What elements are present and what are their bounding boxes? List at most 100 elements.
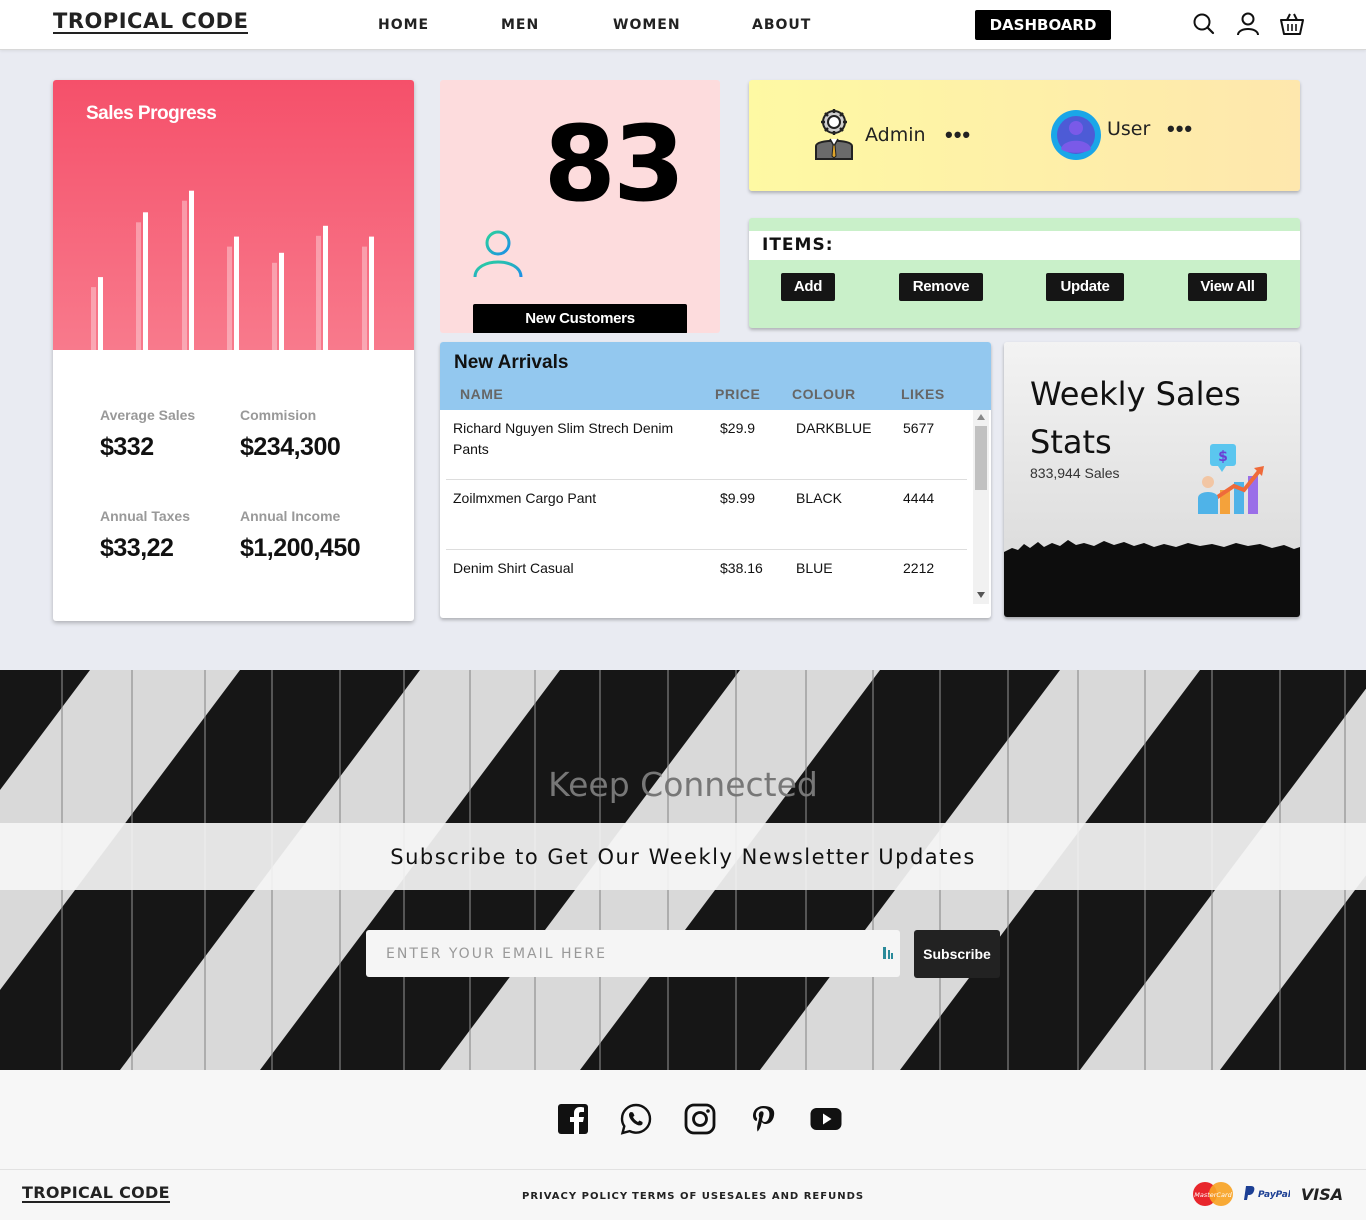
- top-navbar: TROPICAL CODE HOME MEN WOMEN ABOUT DASHB…: [0, 0, 1366, 50]
- paypal-label: PayPal: [1258, 1190, 1290, 1200]
- weekly-sales-card: Weekly Sales Stats 833,944 Sales $: [1004, 342, 1300, 617]
- nav-link-home[interactable]: HOME: [378, 17, 429, 33]
- password-manager-icon[interactable]: [882, 946, 894, 960]
- cell-name: Richard Nguyen Slim Strech Denim Pants: [453, 420, 674, 457]
- scroll-up-arrow-icon[interactable]: [977, 414, 985, 420]
- whatsapp-icon[interactable]: [620, 1103, 652, 1135]
- instagram-icon[interactable]: [684, 1103, 716, 1135]
- nav-link-women[interactable]: WOMEN: [613, 17, 681, 33]
- column-header-name[interactable]: NAME: [460, 386, 503, 402]
- treeline-background: [1004, 540, 1300, 617]
- admin-label[interactable]: Admin: [865, 124, 926, 146]
- cell-name: Denim Shirt Casual: [453, 560, 574, 576]
- nav-link-about[interactable]: ABOUT: [752, 17, 811, 33]
- cell-likes: 5677: [903, 420, 935, 436]
- sales-bar-shadow: [91, 287, 96, 350]
- cell-colour: BLACK: [796, 490, 842, 506]
- youtube-icon[interactable]: [810, 1103, 842, 1135]
- new-customers-button[interactable]: New Customers: [473, 304, 687, 333]
- cell-colour: BLUE: [796, 560, 833, 576]
- terms-of-use-link[interactable]: TERMS OF USE: [632, 1191, 727, 1202]
- column-header-likes[interactable]: LIKES: [901, 386, 945, 402]
- mastercard-icon: MasterCard: [1193, 1182, 1233, 1206]
- cell-price: $9.99: [720, 490, 756, 506]
- sales-bar: [323, 225, 328, 350]
- sales-bar: [189, 190, 194, 350]
- sales-bar-shadow: [227, 246, 232, 350]
- user-avatar-icon[interactable]: [1050, 109, 1102, 161]
- stat-label-annual-income: Annual Income: [240, 508, 341, 524]
- email-input[interactable]: [366, 930, 900, 977]
- column-header-price[interactable]: PRICE: [715, 386, 760, 402]
- sales-bar: [234, 236, 239, 350]
- stat-label-average-sales: Average Sales: [100, 407, 196, 423]
- newsletter-band: Subscribe to Get Our Weekly Newsletter U…: [0, 823, 1366, 890]
- add-button[interactable]: Add: [781, 273, 835, 301]
- table-scrollbar[interactable]: [973, 410, 989, 604]
- sales-and-refunds-link[interactable]: SALES AND REFUNDS: [727, 1191, 864, 1202]
- scrollbar-thumb[interactable]: [975, 426, 987, 490]
- stat-label-annual-taxes: Annual Taxes: [100, 508, 190, 524]
- cell-likes: 2212: [903, 560, 935, 576]
- cell-price: $38.16: [720, 560, 763, 576]
- basket-icon[interactable]: [1279, 11, 1305, 37]
- customer-count: 83: [543, 103, 686, 225]
- user-label[interactable]: User: [1107, 118, 1150, 140]
- sales-bar-shadow: [136, 222, 141, 350]
- nav-link-men[interactable]: MEN: [501, 17, 539, 33]
- search-icon[interactable]: [1191, 11, 1217, 37]
- user-icon[interactable]: [1235, 11, 1261, 37]
- admin-more-menu[interactable]: •••: [945, 124, 971, 146]
- view-all-button[interactable]: View All: [1188, 273, 1267, 301]
- cell-likes: 4444: [903, 490, 935, 506]
- user-more-menu[interactable]: •••: [1167, 118, 1193, 140]
- person-outline-icon: [473, 230, 523, 278]
- cell-colour: DARKBLUE: [796, 420, 872, 436]
- newsletter-section: Keep Connected Subscribe to Get Our Week…: [0, 670, 1366, 1070]
- items-card: ITEMS: Add Remove Update View All: [749, 218, 1300, 328]
- footer-divider: [0, 1169, 1366, 1170]
- items-title: ITEMS:: [762, 235, 834, 255]
- paypal-icon: PayPal: [1244, 1186, 1290, 1200]
- footer-logo[interactable]: TROPICAL CODE: [22, 1184, 170, 1203]
- sales-progress-card: Sales Progress Average Sales $332 Commis…: [53, 80, 414, 621]
- sales-bar-shadow: [182, 200, 187, 350]
- update-button[interactable]: Update: [1046, 273, 1124, 301]
- subscribe-button[interactable]: Subscribe: [914, 930, 1000, 978]
- newsletter-title: Keep Connected: [548, 765, 818, 804]
- table-row[interactable]: Denim Shirt Casual $38.16 BLUE 2212: [446, 550, 967, 618]
- admin-icon[interactable]: [812, 108, 856, 160]
- sales-title: Sales Progress: [86, 103, 217, 124]
- visa-label: VISA: [1301, 1185, 1343, 1204]
- mastercard-label: MasterCard: [1194, 1191, 1232, 1199]
- dashboard-button[interactable]: DASHBOARD: [975, 10, 1111, 40]
- table-row[interactable]: Richard Nguyen Slim Strech Denim Pants $…: [446, 410, 967, 480]
- scroll-down-arrow-icon[interactable]: [977, 592, 985, 598]
- remove-button[interactable]: Remove: [899, 273, 983, 301]
- sales-chart-area: Sales Progress: [53, 80, 414, 350]
- cell-price: $29.9: [720, 420, 756, 436]
- stat-value-average-sales: $332: [100, 433, 154, 461]
- table-row[interactable]: Zoilmxmen Cargo Pant $9.99 BLACK 4444: [446, 480, 967, 550]
- facebook-icon[interactable]: [557, 1103, 589, 1135]
- weekly-sales-count: 833,944 Sales: [1030, 465, 1120, 481]
- stat-value-commision: $234,300: [240, 433, 341, 461]
- visa-icon: VISA: [1301, 1185, 1343, 1204]
- arrivals-header: New Arrivals NAME PRICE COLOUR LIKES: [440, 342, 991, 410]
- newsletter-subtitle: Subscribe to Get Our Weekly Newsletter U…: [390, 845, 976, 869]
- svg-text:$: $: [1218, 449, 1228, 465]
- column-header-colour[interactable]: COLOUR: [792, 386, 856, 402]
- sales-bar: [98, 277, 103, 350]
- site-logo[interactable]: TROPICAL CODE: [53, 10, 249, 34]
- sales-bar: [369, 236, 374, 350]
- new-customers-card: 83 New Customers: [440, 80, 720, 333]
- items-header: ITEMS:: [749, 231, 1300, 260]
- pinterest-icon[interactable]: [747, 1103, 779, 1135]
- stat-value-annual-taxes: $33,22: [100, 534, 174, 562]
- arrivals-title: New Arrivals: [454, 352, 569, 373]
- sales-bar: [279, 252, 284, 350]
- privacy-policy-link[interactable]: PRIVACY POLICY: [522, 1191, 628, 1202]
- sales-bar-shadow: [272, 262, 277, 350]
- stat-value-annual-income: $1,200,450: [240, 534, 361, 562]
- stat-label-commision: Commision: [240, 407, 317, 423]
